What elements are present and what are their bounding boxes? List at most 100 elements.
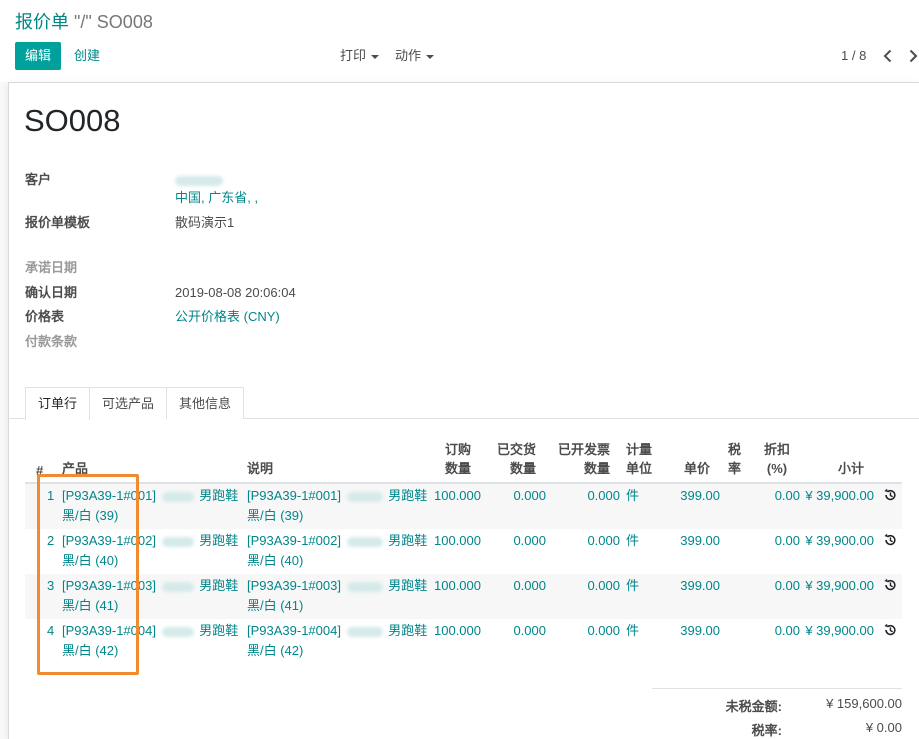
totals-divider — [652, 688, 902, 689]
record-title: SO008 — [24, 103, 121, 138]
cell-qty: 100.000 — [434, 533, 481, 548]
cell-description[interactable]: [P93A39-1#002] 男跑鞋 — [247, 531, 427, 550]
customer-label: 客户 — [25, 172, 52, 187]
template-label: 报价单模板 — [25, 215, 91, 230]
page: 报价单 "/" SO008 编辑 创建 打印 动作 1 / 8 SO008 客户… — [0, 0, 919, 739]
cell-uom: 件 — [626, 578, 640, 593]
col-header-discount-line2: (%) — [766, 461, 788, 476]
cell-invoiced: 0.000 — [587, 488, 620, 503]
confirm-date-label: 确认日期 — [25, 285, 78, 300]
tab-other-info[interactable]: 其他信息 — [166, 387, 245, 419]
redacted-text — [346, 491, 383, 502]
breadcrumb: 报价单 "/" SO008 — [15, 10, 153, 34]
col-header-qty[interactable]: 订购 数量 — [430, 440, 471, 478]
template-value: 散码演示1 — [175, 215, 235, 230]
cell-description[interactable]: [P93A39-1#003] 男跑鞋 — [247, 576, 427, 595]
action-dropdown[interactable]: 动作 — [395, 42, 435, 70]
col-header-invoiced[interactable]: 已开发票 数量 — [553, 440, 610, 478]
tab-order-lines[interactable]: 订单行 — [25, 387, 91, 420]
cell-subtotal: ¥ 39,900.00 — [805, 488, 874, 503]
print-dropdown[interactable]: 打印 — [340, 42, 380, 70]
breadcrumb-current: "/" SO008 — [74, 12, 153, 32]
cell-description[interactable]: [P93A39-1#004] 男跑鞋 — [247, 621, 427, 640]
pricelist-value[interactable]: 公开价格表 (CNY) — [175, 308, 280, 326]
col-header-subtotal[interactable]: 小计 — [820, 459, 864, 478]
commitment-date-label: 承诺日期 — [25, 260, 78, 275]
cell-uom: 件 — [626, 623, 640, 638]
untaxed-amount-value: ¥ 159,600.00 — [826, 696, 902, 711]
product-suffix: 男跑鞋 — [199, 533, 239, 548]
cell-qty: 100.000 — [434, 578, 481, 593]
col-header-invoiced-line2: 数量 — [583, 461, 610, 476]
redacted-text — [346, 581, 383, 592]
col-header-delivered-line1: 已交货 — [496, 442, 536, 457]
history-icon[interactable] — [883, 533, 897, 547]
col-header-price[interactable]: 单价 — [670, 459, 710, 478]
cell-subtotal: ¥ 39,900.00 — [805, 578, 874, 593]
cell-invoiced: 0.000 — [587, 533, 620, 548]
chevron-right-icon[interactable] — [905, 48, 919, 64]
col-header-qty-line1: 订购 — [444, 442, 471, 457]
cell-delivered: 0.000 — [513, 488, 546, 503]
cell-uom: 件 — [626, 533, 640, 548]
caret-down-icon — [371, 54, 380, 59]
confirm-date-value: 2019-08-08 20:06:04 — [175, 285, 296, 300]
col-header-tax-line2: 率 — [728, 461, 742, 476]
col-header-invoiced-line1: 已开发票 — [557, 442, 610, 457]
cell-invoiced: 0.000 — [587, 623, 620, 638]
history-icon[interactable] — [883, 578, 897, 592]
history-icon[interactable] — [883, 623, 897, 637]
tab-optional-products[interactable]: 可选产品 — [89, 387, 168, 419]
description-code: [P93A39-1#004] — [247, 623, 341, 638]
cell-price: 399.00 — [680, 623, 720, 638]
cell-delivered: 0.000 — [513, 533, 546, 548]
cell-description-variant: 黑/白 (40) — [247, 553, 304, 568]
edit-button[interactable]: 编辑 — [15, 42, 61, 70]
chevron-left-icon[interactable] — [880, 48, 896, 64]
product-suffix: 男跑鞋 — [199, 488, 239, 503]
col-header-tax[interactable]: 税 率 — [728, 440, 741, 478]
customer-address[interactable]: 中国, 广东省, , — [175, 189, 258, 207]
col-header-uom-line2: 单位 — [626, 461, 653, 476]
redacted-text — [161, 626, 194, 637]
customer-name-redacted[interactable] — [175, 171, 223, 189]
tax-amount-label: 税率: — [751, 723, 782, 738]
history-icon[interactable] — [883, 488, 897, 502]
description-code: [P93A39-1#001] — [247, 488, 341, 503]
product-suffix: 男跑鞋 — [199, 623, 239, 638]
col-header-delivered[interactable]: 已交货 数量 — [490, 440, 536, 478]
col-header-delivered-line2: 数量 — [509, 461, 536, 476]
description-code: [P93A39-1#002] — [247, 533, 341, 548]
pricelist-label: 价格表 — [25, 309, 65, 324]
col-header-tax-line1: 税 — [728, 442, 742, 457]
cell-description[interactable]: [P93A39-1#001] 男跑鞋 — [247, 486, 427, 505]
redacted-text — [161, 491, 194, 502]
col-header-uom[interactable]: 计量 单位 — [626, 440, 652, 478]
highlight-box — [37, 474, 139, 675]
redacted-text — [175, 175, 223, 186]
breadcrumb-parent[interactable]: 报价单 — [15, 12, 69, 32]
caret-down-icon — [426, 54, 435, 59]
cell-description-variant: 黑/白 (42) — [247, 643, 304, 658]
cell-subtotal: ¥ 39,900.00 — [805, 623, 874, 638]
redacted-text — [346, 626, 383, 637]
cell-uom: 件 — [626, 488, 640, 503]
create-button[interactable]: 创建 — [74, 42, 100, 70]
pager-value[interactable]: 1 / 8 — [841, 42, 866, 70]
cell-delivered: 0.000 — [513, 623, 546, 638]
print-dropdown-label: 打印 — [340, 48, 367, 63]
redacted-text — [161, 536, 194, 547]
untaxed-amount-label: 未税金额: — [725, 699, 782, 714]
cell-price: 399.00 — [680, 533, 720, 548]
col-header-qty-line2: 数量 — [444, 461, 471, 476]
cell-qty: 100.000 — [434, 623, 481, 638]
cell-delivered: 0.000 — [513, 578, 546, 593]
cell-price: 399.00 — [680, 578, 720, 593]
col-header-description[interactable]: 说明 — [247, 459, 273, 478]
payment-terms-label: 付款条款 — [25, 334, 78, 349]
col-header-discount-line1: 折扣 — [763, 442, 790, 457]
col-header-discount[interactable]: 折扣 (%) — [763, 440, 791, 478]
cell-description-variant: 黑/白 (41) — [247, 598, 304, 613]
product-suffix: 男跑鞋 — [199, 578, 239, 593]
redacted-text — [346, 536, 383, 547]
